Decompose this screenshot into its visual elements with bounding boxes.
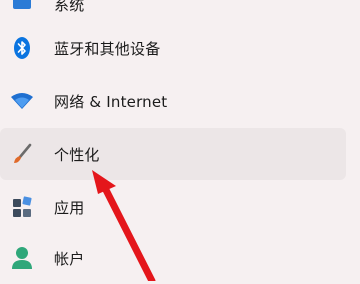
sidebar-item-bluetooth-devices[interactable]: 蓝牙和其他设备 [0,22,348,74]
system-icon [10,0,34,16]
sidebar-item-accounts[interactable]: 帐户 [0,232,348,284]
brush-icon [10,142,34,166]
wifi-icon [10,89,34,113]
sidebar-item-label: 帐户 [54,249,85,268]
active-indicator [0,144,3,164]
apps-icon [10,195,34,219]
sidebar-item-label: 系统 [54,0,85,14]
settings-sidebar: 系统 蓝牙和其他设备 网络 & Internet 个性化 应用 帐户 [0,0,360,281]
account-icon [10,246,34,270]
sidebar-item-label: 网络 & Internet [54,92,168,111]
sidebar-item-apps[interactable]: 应用 [0,181,348,233]
sidebar-item-network-internet[interactable]: 网络 & Internet [0,75,348,127]
bluetooth-icon [10,36,34,60]
sidebar-item-label: 应用 [54,198,85,217]
sidebar-item-label: 个性化 [54,145,100,164]
sidebar-item-personalization[interactable]: 个性化 [0,128,346,180]
sidebar-item-label: 蓝牙和其他设备 [54,39,161,58]
